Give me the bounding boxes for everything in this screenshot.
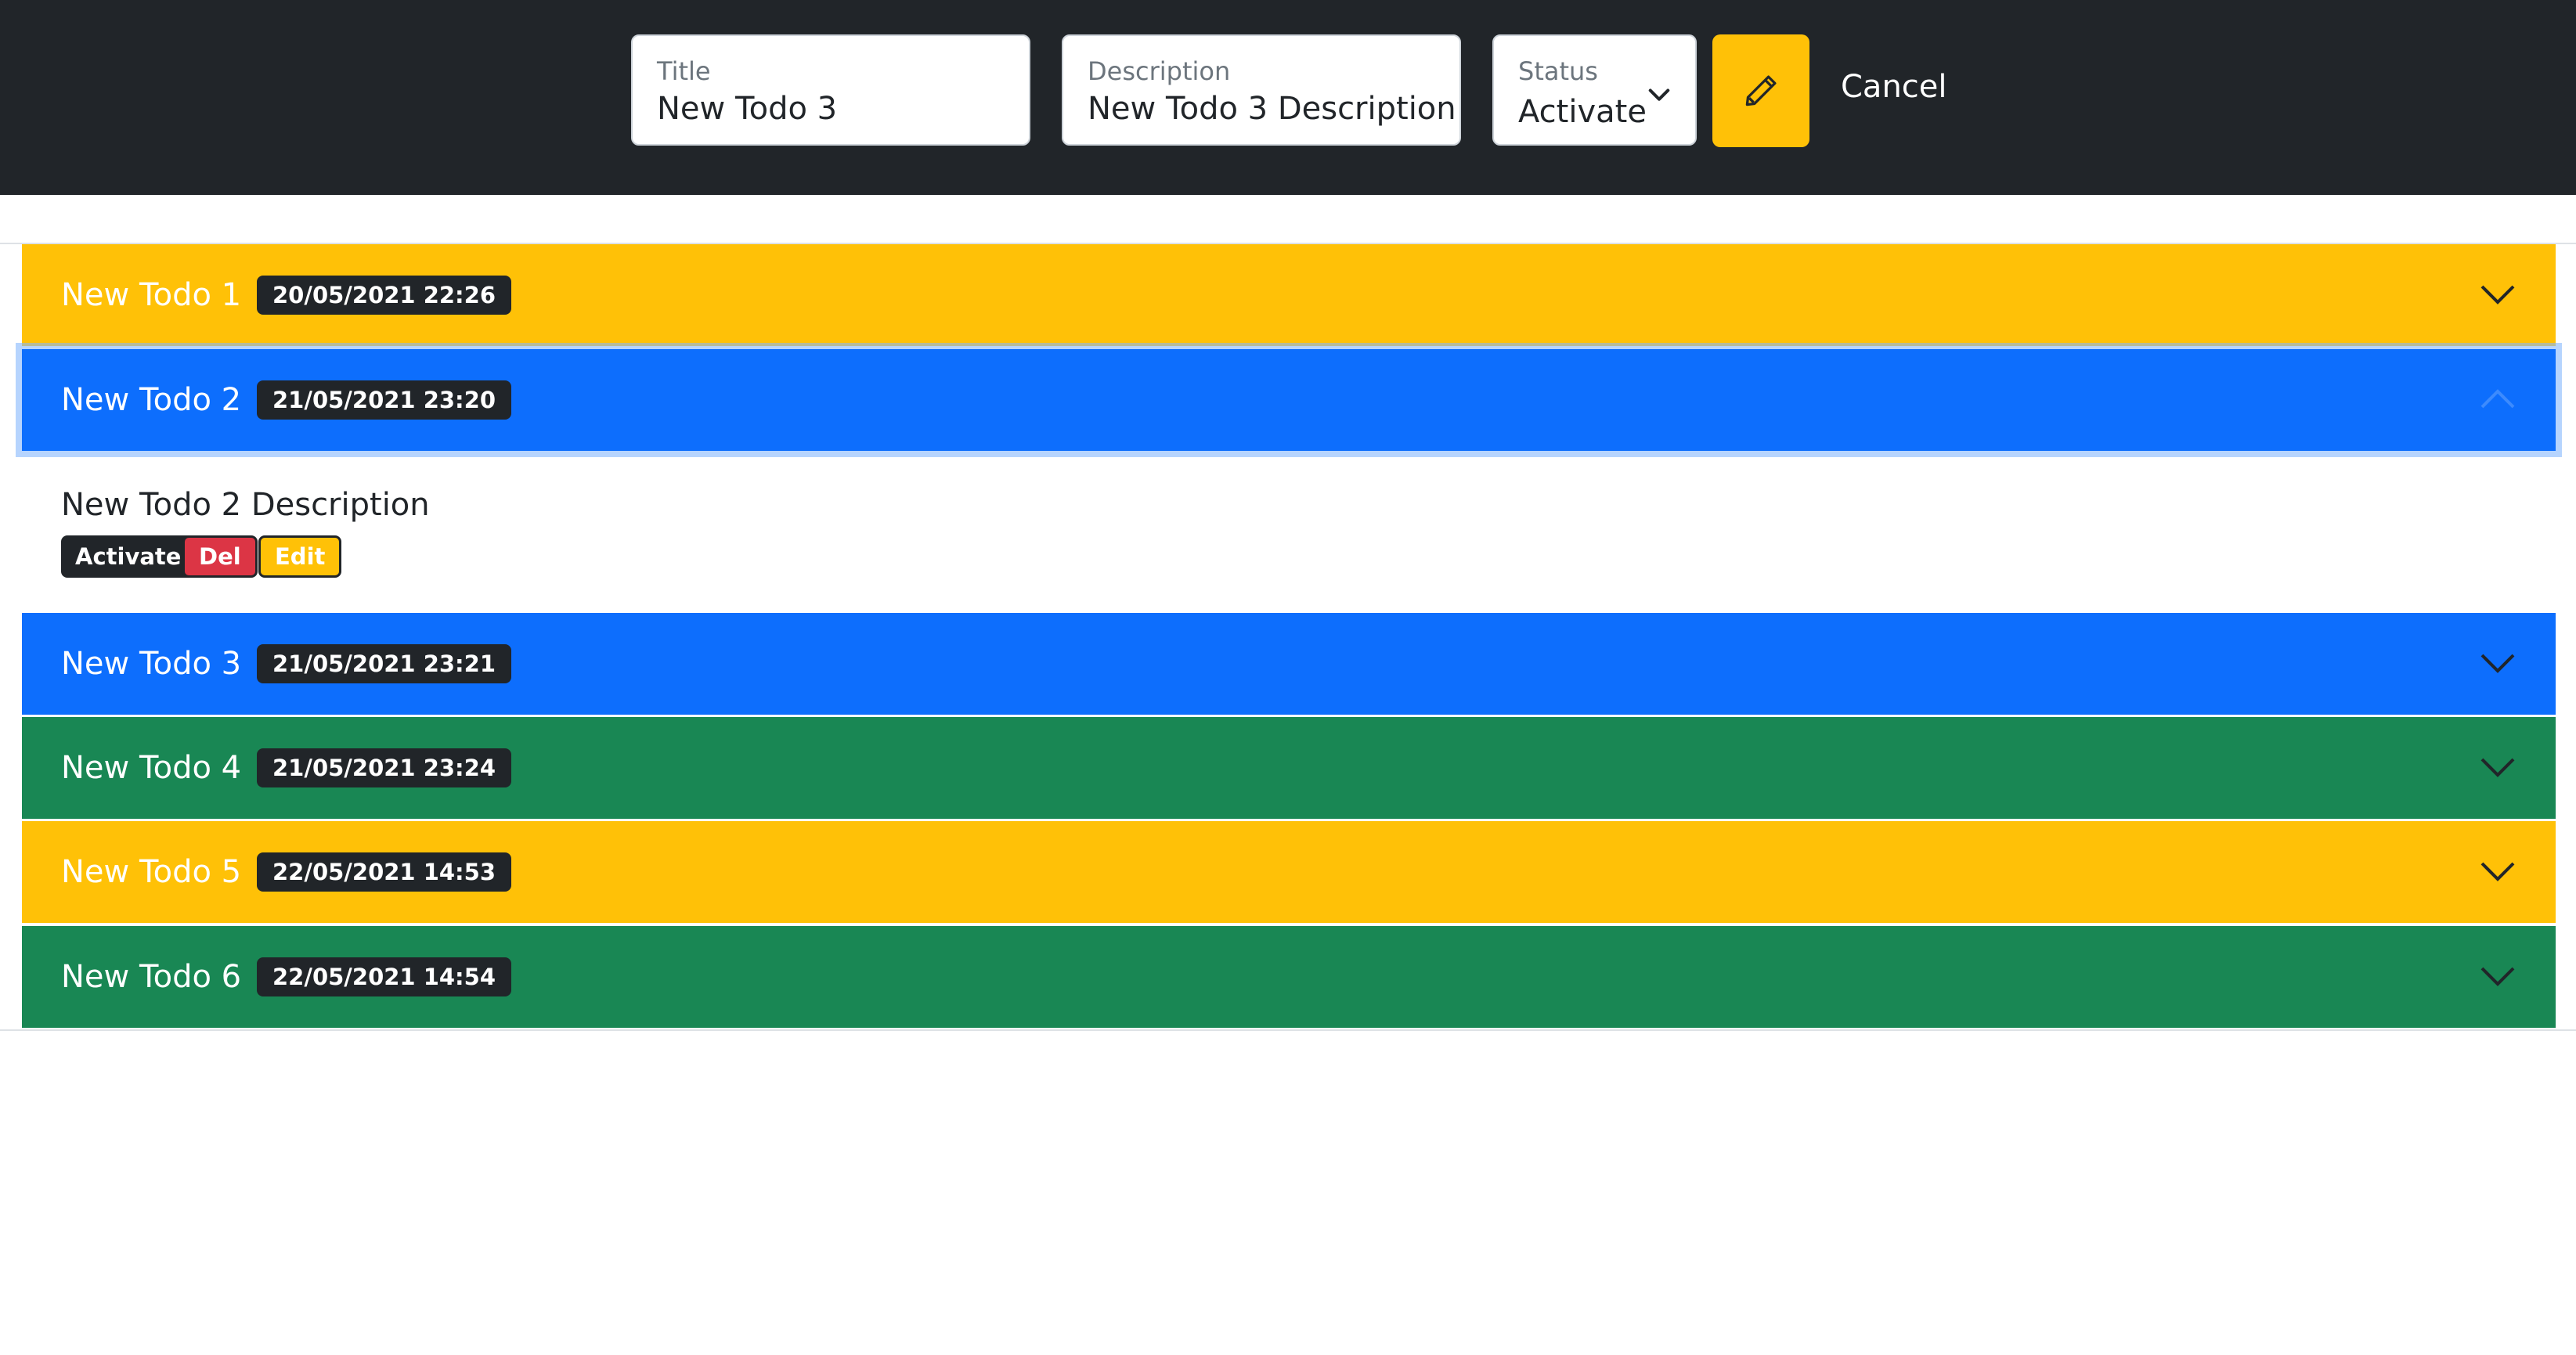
todo-date-badge: 21/05/2021 23:20 bbox=[257, 380, 512, 420]
status-select[interactable]: Status Activate bbox=[1492, 34, 1697, 146]
pencil-icon bbox=[1745, 75, 1777, 106]
todo-title: New Todo 6 bbox=[61, 959, 242, 995]
todo-item-2-body: New Todo 2 Description Activate Del Edit bbox=[22, 452, 2556, 613]
chevron-up-icon bbox=[2480, 389, 2515, 409]
todo-title: New Todo 4 bbox=[61, 750, 242, 786]
save-edit-button[interactable] bbox=[1712, 34, 1809, 147]
todo-date-badge: 22/05/2021 14:54 bbox=[257, 957, 512, 996]
chevron-down-icon bbox=[2480, 758, 2515, 777]
todo-date-badge: 21/05/2021 23:24 bbox=[257, 748, 512, 787]
chevron-down-icon bbox=[2480, 862, 2515, 881]
chevron-down-icon bbox=[2480, 967, 2515, 986]
todo-title: New Todo 5 bbox=[61, 854, 242, 890]
todo-item-2-header[interactable]: New Todo 2 21/05/2021 23:20 bbox=[22, 349, 2556, 451]
todo-item-4-header[interactable]: New Todo 4 21/05/2021 23:24 bbox=[22, 717, 2556, 819]
todo-date-badge: 20/05/2021 22:26 bbox=[257, 276, 512, 315]
description-label: Description bbox=[1088, 56, 1231, 86]
top-navbar: Title New Todo 3 Description New Todo 3 … bbox=[0, 0, 2576, 195]
title-input[interactable]: Title New Todo 3 bbox=[631, 34, 1030, 146]
description-input[interactable]: Description New Todo 3 Description bbox=[1062, 34, 1461, 146]
todo-item-1-header[interactable]: New Todo 1 20/05/2021 22:26 bbox=[22, 244, 2556, 346]
todo-title: New Todo 1 bbox=[61, 277, 242, 313]
delete-button[interactable]: Del bbox=[182, 535, 258, 578]
edit-button[interactable]: Edit bbox=[258, 535, 342, 578]
activate-button[interactable]: Activate bbox=[61, 535, 196, 578]
todo-title: New Todo 2 bbox=[61, 382, 242, 418]
todo-item-6-header[interactable]: New Todo 6 22/05/2021 14:54 bbox=[22, 926, 2556, 1028]
todo-item-3-header[interactable]: New Todo 3 21/05/2021 23:21 bbox=[22, 613, 2556, 715]
chevron-down-icon bbox=[2480, 285, 2515, 305]
todo-title: New Todo 3 bbox=[61, 646, 242, 682]
description-value[interactable]: New Todo 3 Description bbox=[1088, 91, 1456, 127]
chevron-down-icon bbox=[2480, 654, 2515, 673]
todo-item-5-header[interactable]: New Todo 5 22/05/2021 14:53 bbox=[22, 821, 2556, 923]
status-value[interactable]: Activate bbox=[1518, 94, 1647, 130]
chevron-down-icon[interactable] bbox=[1645, 80, 1673, 108]
list-bottom-divider bbox=[0, 1029, 2576, 1031]
title-label: Title bbox=[657, 56, 711, 86]
title-value[interactable]: New Todo 3 bbox=[657, 91, 837, 127]
status-label: Status bbox=[1518, 56, 1598, 86]
todo-date-badge: 22/05/2021 14:53 bbox=[257, 852, 512, 892]
todo-date-badge: 21/05/2021 23:21 bbox=[257, 644, 512, 683]
cancel-button[interactable]: Cancel bbox=[1841, 69, 1947, 105]
todo-description: New Todo 2 Description bbox=[61, 487, 430, 523]
